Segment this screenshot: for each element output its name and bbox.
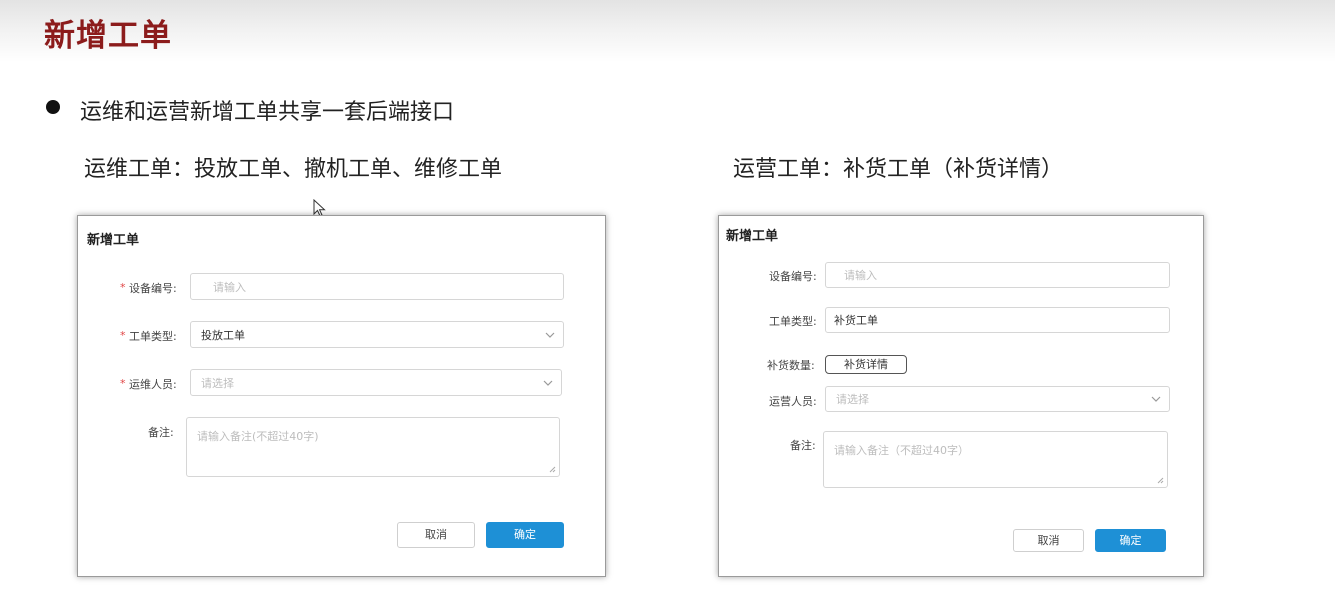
biz-staff-label: 运营人员: (769, 395, 817, 408)
dialog-title: 新增工单 (726, 229, 779, 244)
workorder-type-label: 工单类型: (129, 330, 177, 343)
bullet-dot (46, 100, 60, 114)
confirm-button[interactable]: 确定 (486, 522, 564, 548)
device-number-input[interactable]: 请输入 (825, 262, 1170, 288)
remark-placeholder: 请输入备注(不超过40字) (197, 430, 319, 443)
remark-textarea[interactable]: 请输入备注（不超过40字） (823, 431, 1168, 488)
workorder-type-value: 补货工单 (834, 314, 878, 327)
biz-new-workorder-dialog: 新增工单 设备编号: 请输入 工单类型: 补货工单 补货数量: 补货详情 运营人… (718, 215, 1204, 577)
workorder-type-label: 工单类型: (769, 315, 817, 328)
chevron-down-icon (1151, 396, 1161, 402)
bullet-text: 运维和运营新增工单共享一套后端接口 (80, 100, 455, 125)
resize-grip-icon (1157, 477, 1164, 484)
ops-new-workorder-dialog: 新增工单 * 设备编号: 请输入 * 工单类型: 投放工单 * 运维人员: 请选… (77, 215, 606, 577)
cancel-button[interactable]: 取消 (1013, 529, 1084, 552)
required-mark: * (120, 329, 126, 342)
device-number-input[interactable]: 请输入 (190, 273, 564, 300)
restock-qty-label: 补货数量: (767, 359, 815, 372)
resize-grip-icon (549, 466, 556, 473)
ops-staff-placeholder: 请选择 (201, 376, 234, 390)
required-mark: * (120, 377, 126, 390)
device-number-label: 设备编号: (769, 270, 817, 283)
remark-placeholder: 请输入备注（不超过40字） (834, 444, 969, 457)
ops-workorder-heading: 运维工单：投放工单、撤机工单、维修工单 (84, 157, 503, 182)
chevron-down-icon (543, 380, 553, 386)
ops-staff-label: 运维人员: (129, 378, 177, 391)
restock-detail-button[interactable]: 补货详情 (825, 355, 907, 374)
workorder-type-value: 投放工单 (201, 328, 245, 342)
device-number-placeholder: 请输入 (844, 269, 877, 282)
ops-staff-select[interactable]: 请选择 (190, 369, 562, 396)
workorder-type-input[interactable]: 补货工单 (825, 307, 1170, 333)
cancel-button[interactable]: 取消 (397, 522, 475, 548)
workorder-type-select[interactable]: 投放工单 (190, 321, 564, 348)
device-number-placeholder: 请输入 (213, 280, 246, 294)
confirm-button[interactable]: 确定 (1095, 529, 1166, 552)
chevron-down-icon (545, 332, 555, 338)
slide-header-band (0, 0, 1335, 62)
dialog-title: 新增工单 (87, 233, 140, 248)
remark-label: 备注: (790, 439, 816, 452)
remark-label: 备注: (148, 426, 174, 439)
biz-workorder-heading: 运营工单：补货工单（补货详情） (733, 157, 1064, 182)
device-number-label: 设备编号: (129, 282, 177, 295)
slide-title: 新增工单 (44, 18, 172, 54)
required-mark: * (120, 281, 126, 294)
remark-textarea[interactable]: 请输入备注(不超过40字) (186, 417, 560, 477)
biz-staff-select[interactable]: 请选择 (825, 386, 1170, 412)
biz-staff-placeholder: 请选择 (836, 393, 869, 406)
